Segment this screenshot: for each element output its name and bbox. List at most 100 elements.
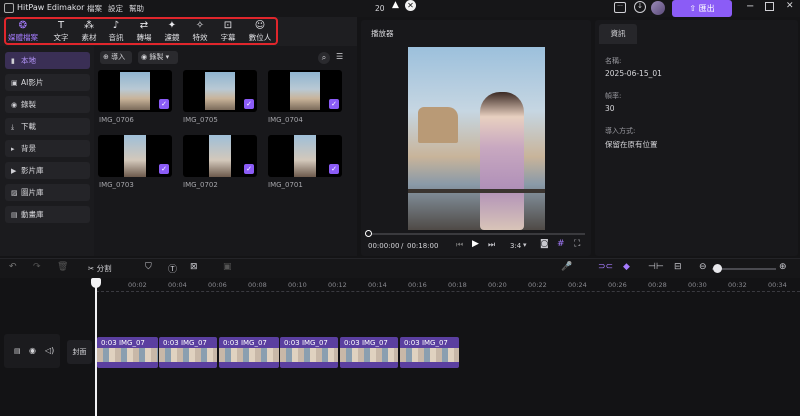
- zoom-out-icon[interactable]: ⊖: [699, 262, 707, 272]
- sidebar-item-image-library[interactable]: ▨ 圖片庫: [5, 184, 90, 201]
- thumbnail-image: [209, 135, 231, 177]
- microphone-icon[interactable]: 🎤: [561, 262, 572, 272]
- checked-icon[interactable]: ✓: [159, 99, 169, 109]
- timeline-clip[interactable]: 0:03 IMG_07: [219, 337, 279, 368]
- fullscreen-icon[interactable]: ⛶: [574, 239, 580, 249]
- redo-icon[interactable]: ↷: [33, 262, 41, 272]
- ruler-label: 00:02: [128, 281, 147, 289]
- menu-file[interactable]: 檔案: [87, 3, 102, 14]
- record-dropdown[interactable]: ◉ 錄製 ▾: [138, 51, 178, 64]
- zoom-handle[interactable]: [713, 264, 722, 273]
- sidebar-item-animation-library[interactable]: ▤ 動畫庫: [5, 206, 90, 223]
- delete-icon[interactable]: 🗑: [57, 262, 68, 272]
- ruler-label: 00:26: [608, 281, 627, 289]
- grid-icon[interactable]: #: [557, 239, 565, 249]
- export-icon: ⇧: [689, 4, 699, 13]
- mute-icon[interactable]: ◁): [45, 346, 54, 355]
- maximize-icon[interactable]: [765, 2, 774, 11]
- export-button[interactable]: ⇧ 匯出: [672, 0, 732, 17]
- ruler-label: 00:08: [248, 281, 267, 289]
- person-figure: [480, 92, 524, 230]
- sidebar-item-record[interactable]: ◉ 錄製: [5, 96, 90, 113]
- prev-frame-icon[interactable]: ⏮: [456, 240, 463, 250]
- time-separator: /: [401, 242, 404, 250]
- name-value: 2025-06-15_01: [605, 69, 662, 78]
- download-icon[interactable]: ↓: [634, 1, 646, 13]
- undo-icon[interactable]: ↶: [9, 262, 17, 272]
- clip-filmstrip: [159, 348, 217, 362]
- menu-settings[interactable]: 設定: [108, 3, 123, 14]
- feedback-icon[interactable]: ···: [614, 2, 626, 13]
- split-button[interactable]: ✂ 分割: [88, 263, 112, 274]
- background-icon: ▸: [11, 145, 15, 153]
- cursor-icon: ▲: [392, 0, 399, 10]
- sidebar-item-video-library[interactable]: ▶ 影片庫: [5, 162, 90, 179]
- visibility-icon[interactable]: ◉: [29, 346, 36, 355]
- import-button[interactable]: ⊕ 導入: [100, 51, 132, 64]
- chevron-down-icon: ▾: [163, 53, 170, 61]
- playhead-handle[interactable]: [91, 278, 101, 288]
- sidebar-item-ai-video[interactable]: ▣ AI影片: [5, 74, 90, 91]
- play-icon[interactable]: ▶: [472, 239, 479, 249]
- player-title: 播放器: [371, 29, 394, 38]
- sidebar-item-background[interactable]: ▸ 背景: [5, 140, 90, 157]
- media-thumb-0703[interactable]: ✓: [98, 135, 172, 177]
- timeline-clip[interactable]: 0:03 IMG_07: [97, 337, 158, 368]
- checked-icon[interactable]: ✓: [329, 99, 339, 109]
- link-icon[interactable]: ⊃⊂: [598, 262, 613, 272]
- timeline-clip[interactable]: 0:03 IMG_07: [340, 337, 398, 368]
- media-name: IMG_0701: [268, 181, 303, 189]
- freeze-icon[interactable]: ▣: [223, 262, 232, 272]
- fit-icon[interactable]: ⊟: [674, 262, 682, 272]
- highlight-box: [4, 17, 278, 45]
- media-thumb-0706[interactable]: ✓: [98, 70, 172, 112]
- sidebar-item-local[interactable]: ▮ 本地: [5, 52, 90, 69]
- minimize-icon[interactable]: −: [746, 1, 754, 12]
- close-project-icon[interactable]: ✕: [405, 0, 416, 11]
- magnet-icon[interactable]: ◆: [623, 262, 630, 272]
- timeline-clip[interactable]: 0:03 IMG_07: [280, 337, 338, 368]
- ruler-label: 00:12: [328, 281, 347, 289]
- next-frame-icon[interactable]: ⏭: [488, 240, 495, 250]
- media-thumb-0704[interactable]: ✓: [268, 70, 342, 112]
- crop-icon[interactable]: ⊠: [190, 262, 198, 272]
- progress-track[interactable]: [367, 233, 585, 235]
- clip-filmstrip: [97, 348, 158, 362]
- text-box-icon[interactable]: Ⓣ: [168, 262, 177, 275]
- media-thumb-0705[interactable]: ✓: [183, 70, 257, 112]
- progress-handle[interactable]: [365, 230, 372, 237]
- checked-icon[interactable]: ✓: [159, 164, 169, 174]
- menu-help[interactable]: 幫助: [129, 3, 144, 14]
- ruler-label: 00:18: [448, 281, 467, 289]
- playhead[interactable]: [95, 282, 97, 416]
- track-header: ▤ ◉ ◁): [4, 334, 60, 368]
- timeline-clip[interactable]: 0:03 IMG_07: [400, 337, 459, 368]
- checked-icon[interactable]: ✓: [329, 164, 339, 174]
- player-panel: 播放器 00:00:00 / 00:18:00 ⏮ ▶ ⏭ 3:4 ▾ ◙ # …: [361, 20, 591, 256]
- zoom-in-icon[interactable]: ⊕: [779, 262, 787, 272]
- aspect-ratio-select[interactable]: 3:4: [510, 242, 521, 250]
- ruler-line: [96, 291, 800, 292]
- project-name: 20: [375, 4, 385, 13]
- cover-button[interactable]: 封面: [67, 340, 92, 364]
- timeline-clip[interactable]: 0:03 IMG_07: [159, 337, 217, 368]
- title-bar: HitPaw Edimakor 檔案 設定 幫助 20 ▲ ✕ ··· ↓ ⇧ …: [0, 0, 800, 17]
- media-thumb-0701[interactable]: ✓: [268, 135, 342, 177]
- tab-info[interactable]: 資訊: [599, 24, 637, 44]
- snapshot-icon[interactable]: ◙: [540, 239, 549, 249]
- ruler-label: 00:10: [288, 281, 307, 289]
- clip-filmstrip: [219, 348, 279, 362]
- user-avatar[interactable]: [651, 1, 665, 15]
- search-icon[interactable]: ⌕: [318, 52, 330, 64]
- media-thumb-0702[interactable]: ✓: [183, 135, 257, 177]
- shield-icon[interactable]: ⛉: [145, 262, 152, 272]
- checked-icon[interactable]: ✓: [244, 99, 254, 109]
- split-view-icon[interactable]: ⊣⊢: [648, 262, 664, 272]
- total-time: 00:18:00: [407, 242, 439, 250]
- thumbnail-image: [120, 72, 150, 110]
- sidebar-item-download[interactable]: ⤓ 下載: [5, 118, 90, 135]
- close-icon[interactable]: ✕: [786, 1, 794, 11]
- chevron-down-icon[interactable]: ▾: [523, 241, 527, 249]
- checked-icon[interactable]: ✓: [244, 164, 254, 174]
- list-view-icon[interactable]: ☰: [336, 52, 343, 61]
